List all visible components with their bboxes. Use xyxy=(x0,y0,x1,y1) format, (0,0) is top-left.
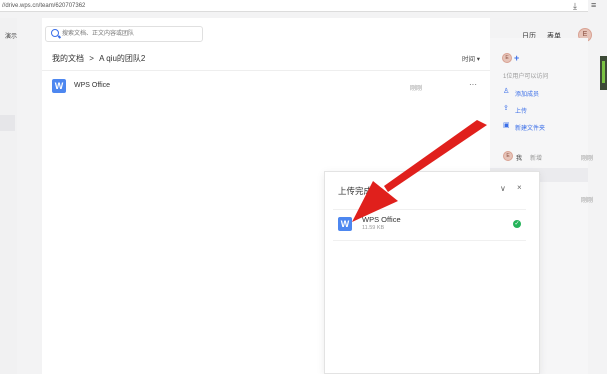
red-arrow-annotation xyxy=(352,120,487,222)
red-arrow-icon xyxy=(384,120,487,192)
